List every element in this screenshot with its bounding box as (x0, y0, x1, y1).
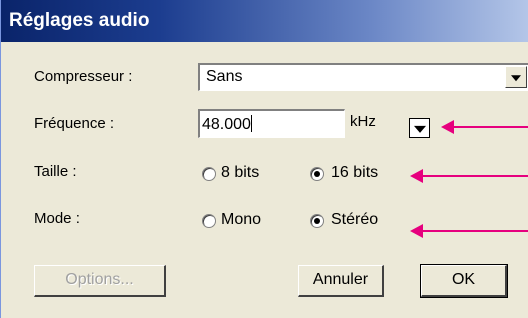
frequency-value: 48.000 (202, 116, 251, 133)
size-label: Taille : (34, 163, 77, 180)
annotation-arrow-mode-line (422, 230, 528, 232)
dropdown-arrow-icon (413, 125, 426, 133)
compressor-select[interactable]: Sans (198, 63, 528, 91)
options-button[interactable]: Options... (34, 265, 166, 297)
frequency-unit: kHz (350, 113, 376, 130)
mode-label: Mode : (34, 210, 80, 227)
frequency-dropdown-button[interactable] (409, 118, 430, 138)
text-caret (250, 115, 252, 132)
frequency-input[interactable]: 48.000 (198, 109, 345, 138)
compressor-dropdown-button[interactable] (505, 66, 527, 88)
chevron-down-icon (511, 75, 521, 82)
annotation-arrow-size-line (422, 175, 528, 177)
radio-mono-label: Mono (221, 211, 262, 228)
radio-8-bits[interactable] (202, 167, 216, 181)
compressor-label: Compresseur : (34, 68, 133, 85)
radio-16-bits-label: 16 bits (331, 164, 379, 181)
frequency-label: Fréquence : (34, 115, 115, 132)
ok-button[interactable]: OK (420, 264, 508, 298)
annotation-arrow-frequency-line (453, 126, 528, 128)
compressor-value: Sans (206, 68, 243, 85)
audio-settings-dialog: Réglages audio Compresseur : Sans Fréque… (0, 0, 528, 318)
radio-mono[interactable] (202, 214, 216, 228)
radio-stereo[interactable] (310, 214, 324, 228)
cancel-button[interactable]: Annuler (298, 265, 384, 297)
radio-stereo-label: Stéréo (331, 211, 379, 228)
radio-16-bits[interactable] (310, 167, 324, 181)
dialog-title: Réglages audio (1, 0, 528, 42)
radio-8-bits-label: 8 bits (221, 164, 260, 181)
